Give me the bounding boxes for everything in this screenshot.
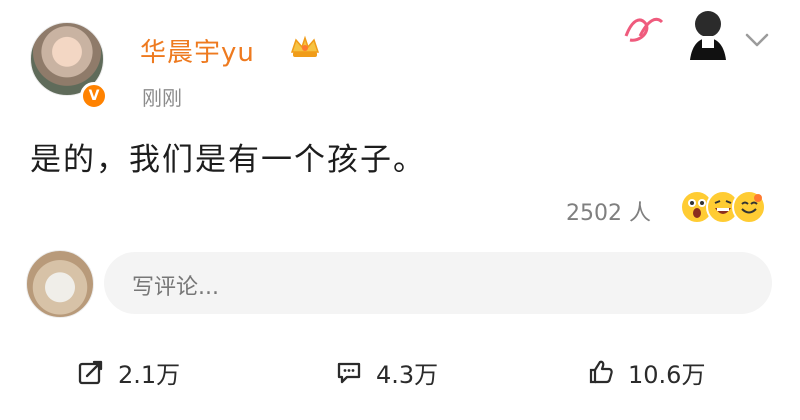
repost-count: 2.1万 [118,360,181,389]
share-icon [78,360,103,385]
comment-placeholder: 写评论... [132,275,219,300]
thumbs-up-icon [589,360,613,384]
like-count: 10.6万 [628,360,706,389]
chevron-down-icon[interactable] [744,32,770,48]
verified-v-icon: V [80,82,108,110]
commenter-avatar [26,250,94,318]
repost-button[interactable]: 2.1万 [76,352,180,392]
profile-sticker-image [622,2,738,60]
post-text: 是的，我们是有一个孩子。 [30,142,426,178]
like-button[interactable]: 10.6万 [586,352,705,392]
crown-icon [290,35,320,57]
post-time: 刚刚 [142,86,182,110]
comment-button[interactable]: 4.3万 [334,352,438,392]
likes-count[interactable]: 2502 人 [566,195,651,227]
comment-input[interactable]: 写评论... [104,252,772,314]
smile-emoji-icon [732,190,766,224]
comment-count: 4.3万 [376,360,439,389]
author-name[interactable]: 华晨宇yu [140,32,255,69]
comment-icon [337,362,361,384]
